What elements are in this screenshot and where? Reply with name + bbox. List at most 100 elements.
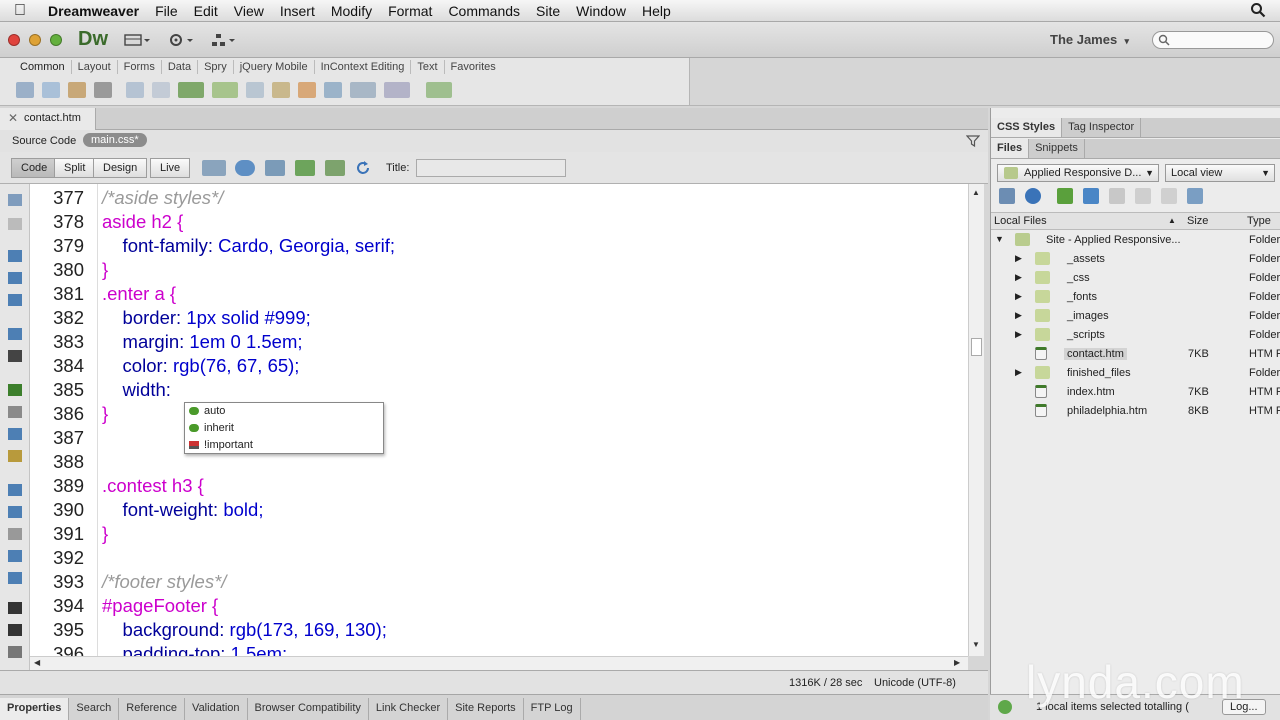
insert-tab-jquery-mobile[interactable]: jQuery Mobile xyxy=(234,60,315,74)
collapsed-triangle-icon[interactable]: ▶ xyxy=(1015,291,1022,302)
table-icon[interactable] xyxy=(126,82,144,98)
insert-tab-text[interactable]: Text xyxy=(411,60,445,74)
outdent-code-icon[interactable] xyxy=(8,624,22,636)
document-title-input[interactable] xyxy=(416,159,566,177)
tab-snippets[interactable]: Snippets xyxy=(1029,139,1085,158)
code-line[interactable]: 390 font-weight: bold; xyxy=(30,498,930,522)
header-local-files[interactable]: Local Files xyxy=(994,215,1047,227)
document-tab-contact[interactable]: ✕ contact.htm xyxy=(0,108,96,130)
split-view-button[interactable]: Split xyxy=(54,158,96,178)
menu-file[interactable]: File xyxy=(147,3,186,19)
scroll-up-icon[interactable]: ▲ xyxy=(972,188,980,197)
scroll-right-icon[interactable]: ▶ xyxy=(954,658,960,667)
menu-app-name[interactable]: Dreamweaver xyxy=(40,3,147,19)
insert-tab-incontext-editing[interactable]: InContext Editing xyxy=(315,60,412,74)
window-minimize-button[interactable] xyxy=(29,34,41,46)
templates-icon[interactable] xyxy=(426,82,452,98)
code-line[interactable]: 391} xyxy=(30,522,930,546)
wrap-tag-icon[interactable] xyxy=(8,528,22,540)
apple-menu-icon[interactable]:  xyxy=(0,2,40,20)
open-documents-icon[interactable] xyxy=(8,194,22,206)
move-css-icon[interactable] xyxy=(8,572,22,584)
source-code-button[interactable]: Source Code xyxy=(12,135,76,147)
code-line[interactable]: 386} xyxy=(30,402,930,426)
indent-code-icon[interactable] xyxy=(8,602,22,614)
code-line[interactable]: 394 #pageFooter { xyxy=(30,594,930,618)
insert-tab-common[interactable]: Common xyxy=(14,60,72,74)
window-zoom-button[interactable] xyxy=(50,34,62,46)
code-line[interactable]: 387 xyxy=(30,426,930,450)
w3c-validation-icon[interactable] xyxy=(295,160,315,176)
collapsed-triangle-icon[interactable]: ▶ xyxy=(1015,253,1022,264)
menu-commands[interactable]: Commands xyxy=(440,3,528,19)
layout-menu-icon[interactable] xyxy=(124,32,150,48)
horizontal-rule-icon[interactable] xyxy=(94,82,112,98)
tab-validation[interactable]: Validation xyxy=(185,698,248,720)
folder-row[interactable]: ▶ _assets Folder xyxy=(991,250,1280,269)
related-file-main-css[interactable]: main.css* xyxy=(83,133,147,147)
code-line[interactable]: 388 xyxy=(30,450,930,474)
folder-row[interactable]: ▶ _images Folder xyxy=(991,307,1280,326)
code-editor[interactable]: 377/*aside styles*/378 aside h2 {379 font… xyxy=(30,184,968,656)
tab-site-reports[interactable]: Site Reports xyxy=(448,698,524,720)
collapsed-triangle-icon[interactable]: ▶ xyxy=(1015,329,1022,340)
spotlight-search-icon[interactable] xyxy=(1250,2,1266,18)
design-view-button[interactable]: Design xyxy=(93,158,148,178)
insert-tab-forms[interactable]: Forms xyxy=(118,60,162,74)
site-menu-icon[interactable] xyxy=(210,32,236,48)
hyperlink-icon[interactable] xyxy=(16,82,34,98)
extend-dreamweaver-icon[interactable] xyxy=(168,32,194,48)
get-files-icon[interactable] xyxy=(1057,188,1073,204)
close-icon[interactable]: ✕ xyxy=(8,108,18,128)
filter-icon[interactable] xyxy=(966,134,980,148)
collapsed-triangle-icon[interactable]: ▶ xyxy=(1015,367,1022,378)
comment-icon[interactable] xyxy=(324,82,342,98)
synchronize-icon[interactable] xyxy=(1161,188,1177,204)
menu-site[interactable]: Site xyxy=(528,3,568,19)
widget-icon[interactable] xyxy=(246,82,264,98)
folder-row[interactable]: ▶ finished_files Folder xyxy=(991,364,1280,383)
insert-div-icon[interactable] xyxy=(152,82,170,98)
collapse-selection-icon[interactable] xyxy=(8,272,22,284)
select-parent-tag-icon[interactable] xyxy=(8,328,22,340)
code-line[interactable]: 377 /*aside styles*/ xyxy=(30,186,930,210)
tab-tag-inspector[interactable]: Tag Inspector xyxy=(1062,118,1142,137)
code-line[interactable]: 396 padding-top: 1.5em; xyxy=(30,642,930,656)
code-line[interactable]: 385 width: xyxy=(30,378,930,402)
window-close-button[interactable] xyxy=(8,34,20,46)
site-select[interactable]: Applied Responsive D... ▼ xyxy=(997,164,1159,182)
code-line[interactable]: 382 border: 1px solid #999; xyxy=(30,306,930,330)
tab-search[interactable]: Search xyxy=(69,698,120,720)
multiscreen-icon[interactable] xyxy=(202,160,226,176)
tab-files[interactable]: Files xyxy=(991,139,1030,158)
menu-insert[interactable]: Insert xyxy=(272,3,323,19)
code-line[interactable]: 392 xyxy=(30,546,930,570)
code-horizontal-scrollbar[interactable]: ◀ ▶ xyxy=(30,656,968,670)
script-icon[interactable] xyxy=(384,82,410,98)
visual-aids-icon[interactable] xyxy=(325,160,345,176)
insert-tab-layout[interactable]: Layout xyxy=(72,60,118,74)
code-line[interactable]: 395 background: rgb(173, 169, 130); xyxy=(30,618,930,642)
scrollbar-thumb[interactable] xyxy=(971,338,982,356)
refresh-icon[interactable] xyxy=(1025,188,1041,204)
file-row[interactable]: philadelphia.htm 8KB HTM F xyxy=(991,402,1280,421)
put-files-icon[interactable] xyxy=(1083,188,1099,204)
file-management-icon[interactable] xyxy=(265,160,285,176)
code-line[interactable]: 381 .enter a { xyxy=(30,282,930,306)
tab-properties[interactable]: Properties xyxy=(0,698,70,720)
format-source-icon[interactable] xyxy=(8,646,22,658)
scroll-down-icon[interactable]: ▼ xyxy=(972,640,980,649)
server-side-include-icon[interactable] xyxy=(298,82,316,98)
check-out-icon[interactable] xyxy=(1109,188,1125,204)
tab-css-styles[interactable]: CSS Styles xyxy=(991,118,1063,137)
expand-all-icon[interactable] xyxy=(8,294,22,306)
head-icon[interactable] xyxy=(350,82,376,98)
code-line[interactable]: 384 color: rgb(76, 67, 65); xyxy=(30,354,930,378)
code-vertical-scrollbar[interactable]: ▲ ▼ xyxy=(968,184,984,656)
collapsed-triangle-icon[interactable]: ▶ xyxy=(1015,310,1022,321)
menu-view[interactable]: View xyxy=(226,3,272,19)
code-hint-option[interactable]: inherit xyxy=(189,420,234,436)
menu-help[interactable]: Help xyxy=(634,3,679,19)
remove-comment-icon[interactable] xyxy=(8,506,22,518)
highlight-invalid-code-icon[interactable] xyxy=(8,406,22,418)
